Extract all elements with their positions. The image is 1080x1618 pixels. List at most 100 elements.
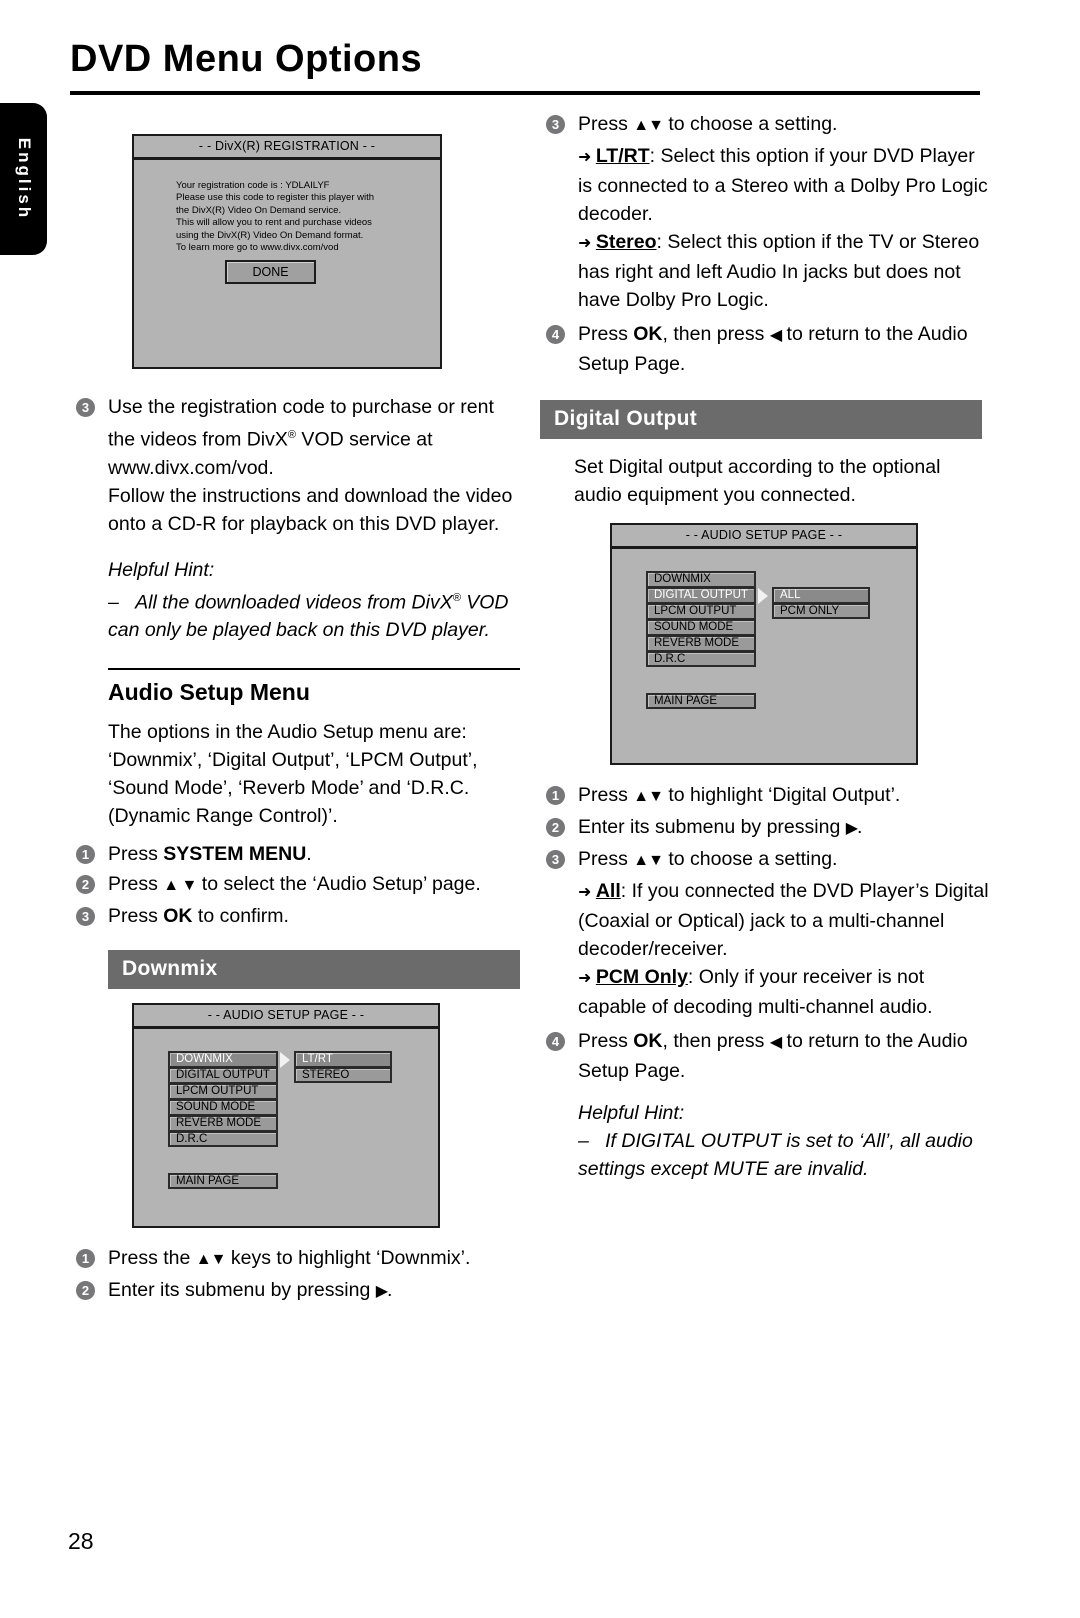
divx-line-5: using the DivX(R) Video On Demand format… — [176, 229, 364, 241]
audio-setup-screen-body: DOWNMIX DIGITAL OUTPUT LPCM OUTPUT SOUND… — [134, 1029, 438, 1189]
updown-arrow-icon: ▲ ▼ — [163, 877, 197, 894]
step-badge: 3 — [76, 907, 95, 926]
menu-item-lpcm-output[interactable]: LPCM OUTPUT — [646, 603, 756, 619]
audio-setup-steps: 1 Press SYSTEM MENU. 2 Press ▲ ▼ to sele… — [70, 840, 520, 930]
audio-setup-menu-list: DOWNMIX DIGITAL OUTPUT LPCM OUTPUT SOUND… — [168, 1051, 278, 1147]
step-pre: Press — [108, 843, 164, 865]
step-mid: , then press — [662, 323, 770, 345]
digital-output-submenu-list: ALL PCM ONLY — [772, 587, 870, 619]
step-bold: OK — [163, 905, 193, 927]
manual-page: English DVD Menu Options - - DivX(R) REG… — [0, 0, 1080, 1618]
audio-setup-menu-section: Audio Setup Menu The options in the Audi… — [108, 668, 520, 830]
step-post: to confirm. — [192, 905, 289, 927]
step-press-system-menu: 1 Press SYSTEM MENU. — [70, 840, 520, 868]
step-post: to choose a setting. — [662, 113, 838, 135]
step-choose-downmix-setting: 3 Press ▲▼ to choose a setting. — [540, 110, 990, 140]
helpful-hint-divx: Helpful Hint: – All the downloaded video… — [70, 556, 520, 645]
step-badge: 4 — [546, 325, 565, 344]
bullet-term: Stereo — [595, 231, 657, 253]
step-bold: OK — [633, 1030, 663, 1052]
title-divider — [70, 91, 980, 95]
menu-item-lpcm-output[interactable]: LPCM OUTPUT — [168, 1083, 278, 1099]
divx-screen-title: - - DivX(R) REGISTRATION - - — [134, 136, 440, 160]
submenu-pointer-icon — [280, 1052, 290, 1068]
bullet-stereo: ➜ Stereo: Select this option if the TV o… — [540, 228, 990, 314]
audio-setup-screen-title: - - AUDIO SETUP PAGE - - — [612, 525, 916, 549]
helpful-hint-body: – If DIGITAL OUTPUT is set to ‘All’, all… — [578, 1127, 990, 1183]
digital-output-audio-setup-screen: - - AUDIO SETUP PAGE - - DOWNMIX DIGITAL… — [610, 523, 918, 765]
updown-arrow-icon: ▲▼ — [633, 852, 664, 869]
step-bold: OK — [633, 323, 663, 345]
step-mid: , then press — [662, 1030, 770, 1052]
step-highlight-digital-output: 1 Press ▲▼ to highlight ‘Digital Output’… — [540, 781, 990, 811]
menu-item-reverb-mode[interactable]: REVERB MODE — [646, 635, 756, 651]
step-pre: Press — [578, 1030, 634, 1052]
downmix-steps: 1 Press the ▲▼ keys to highlight ‘Downmi… — [70, 1244, 520, 1306]
step-badge: 3 — [76, 398, 95, 417]
step-badge: 3 — [546, 115, 565, 134]
menu-item-sound-mode[interactable]: SOUND MODE — [646, 619, 756, 635]
divx-registration-screen: - - DivX(R) REGISTRATION - - Your regist… — [132, 134, 442, 369]
audio-setup-menu-intro: The options in the Audio Setup menu are:… — [108, 721, 478, 827]
helpful-hint-label: Helpful Hint: — [578, 1102, 685, 1124]
step-pre: Press — [578, 848, 634, 870]
submenu-item-all[interactable]: ALL — [772, 587, 870, 603]
divx-screen-text: Your registration code is : YDLAILYF Ple… — [176, 180, 440, 254]
step-post: . — [857, 816, 863, 838]
menu-item-downmix[interactable]: DOWNMIX — [646, 571, 756, 587]
page-number: 28 — [68, 1528, 94, 1554]
step-bold: SYSTEM MENU — [163, 843, 307, 865]
divx-line-3: the DivX(R) Video On Demand service. — [176, 204, 342, 216]
digital-output-section-bar: Digital Output — [540, 400, 982, 439]
menu-item-downmix[interactable]: DOWNMIX — [168, 1051, 278, 1067]
left-column: - - DivX(R) REGISTRATION - - Your regist… — [70, 120, 520, 1308]
menu-item-drc[interactable]: D.R.C — [168, 1131, 278, 1147]
submenu-item-pcm-only[interactable]: PCM ONLY — [772, 603, 870, 619]
step-badge: 1 — [76, 845, 95, 864]
audio-setup-menu-list: DOWNMIX DIGITAL OUTPUT LPCM OUTPUT SOUND… — [646, 571, 756, 667]
language-tab: English — [0, 103, 47, 255]
menu-item-digital-output[interactable]: DIGITAL OUTPUT — [168, 1067, 278, 1083]
step-post: . — [306, 843, 312, 865]
step-post: to choose a setting. — [662, 848, 838, 870]
divx-line-4: This will allow you to rent and purchase… — [176, 217, 372, 229]
step-pre: Press — [578, 113, 634, 135]
language-tab-label: English — [14, 137, 34, 221]
menu-item-sound-mode[interactable]: SOUND MODE — [168, 1099, 278, 1115]
step-post: to select the ‘Audio Setup’ page. — [196, 873, 481, 895]
menu-item-reverb-mode[interactable]: REVERB MODE — [168, 1115, 278, 1131]
arrow-bullet-icon: ➜ — [578, 970, 591, 987]
menu-item-main-page[interactable]: MAIN PAGE — [168, 1173, 278, 1189]
done-button[interactable]: DONE — [225, 260, 316, 284]
arrow-bullet-icon: ➜ — [578, 235, 591, 252]
updown-arrow-icon: ▲▼ — [633, 117, 664, 134]
updown-arrow-icon: ▲▼ — [195, 1251, 227, 1268]
divx-registration-screenshot-wrap: - - DivX(R) REGISTRATION - - Your regist… — [132, 134, 520, 369]
step-post: to highlight ‘Digital Output’. — [662, 784, 901, 806]
submenu-item-stereo[interactable]: STEREO — [294, 1067, 392, 1083]
step-badge: 1 — [76, 1249, 95, 1268]
menu-item-digital-output[interactable]: DIGITAL OUTPUT — [646, 587, 756, 603]
step-pre: Press the — [108, 1247, 196, 1269]
submenu-item-ltrt[interactable]: LT/RT — [294, 1051, 392, 1067]
bullet-pcm-only: ➜ PCM Only: Only if your receiver is not… — [540, 963, 990, 1021]
divx-line-1: Your registration code is : YDLAILYF — [176, 180, 330, 191]
divx-line-2: Please use this code to register this pl… — [176, 192, 375, 204]
step-pre: Enter its submenu by pressing — [578, 816, 846, 838]
audio-setup-screen-body: DOWNMIX DIGITAL OUTPUT LPCM OUTPUT SOUND… — [612, 549, 916, 709]
divx-line-6: To learn more go to www.divx.com/vod — [176, 242, 339, 254]
menu-item-drc[interactable]: D.R.C — [646, 651, 756, 667]
menu-item-main-page[interactable]: MAIN PAGE — [646, 693, 756, 709]
step-badge: 2 — [546, 818, 565, 837]
divx-screen-body: Your registration code is : YDLAILYF Ple… — [134, 160, 440, 284]
right-arrow-icon: ▶ — [845, 820, 858, 837]
step-pre: Press — [108, 905, 164, 927]
step-select-audio-setup-page: 2 Press ▲ ▼ to select the ‘Audio Setup’ … — [70, 870, 520, 900]
section-divider — [108, 668, 520, 670]
left-arrow-icon: ◀ — [769, 327, 782, 344]
arrow-bullet-icon: ➜ — [578, 149, 591, 166]
right-arrow-icon: ▶ — [375, 1283, 388, 1300]
helpful-hint-digital-output: Helpful Hint: – If DIGITAL OUTPUT is set… — [540, 1099, 990, 1183]
submenu-pointer-icon — [758, 588, 768, 604]
step-enter-submenu-downmix: 2 Enter its submenu by pressing ▶. — [70, 1276, 520, 1306]
